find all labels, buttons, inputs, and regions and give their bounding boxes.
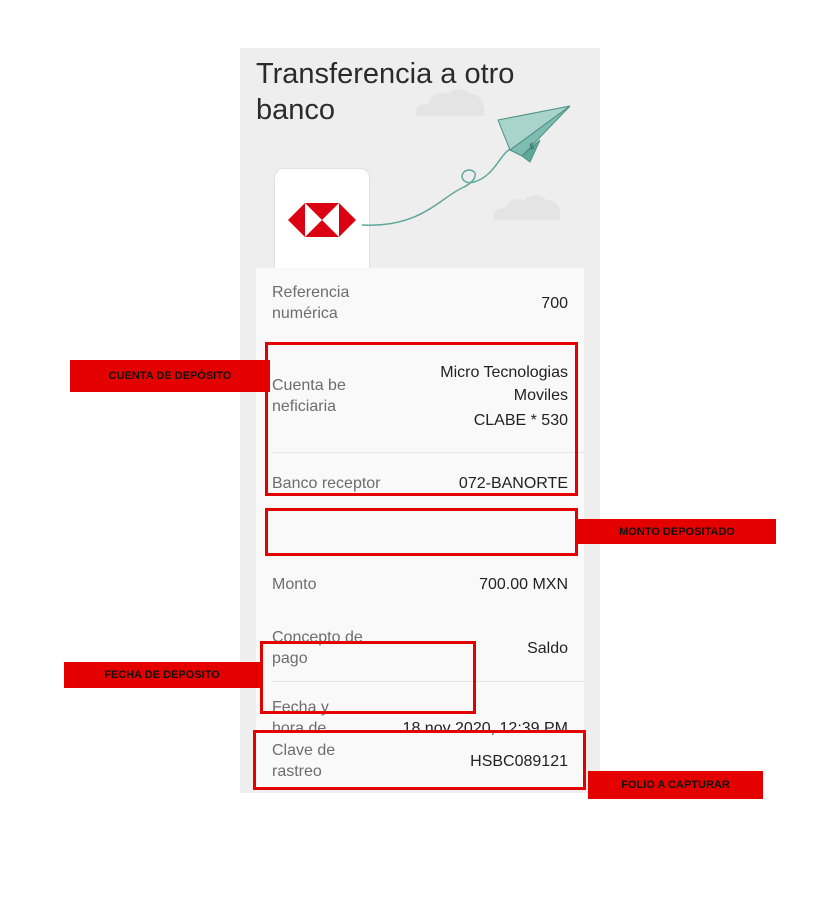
detail-row-referencia: Referencia numérica 700 [256,280,584,326]
annotation-folio-tag: FOLIO A CAPTURAR [588,771,763,799]
detail-label: Monto [272,575,317,593]
paper-plane-icon: $ [361,105,571,226]
detail-value: 700 [541,294,568,312]
highlight-monto-box [265,508,578,556]
detail-value: 700.00 MXN [479,575,568,593]
highlight-fecha-box [260,641,476,714]
highlight-clave-box [253,730,586,790]
annotation-monto-tag: MONTO DEPOSITADO [578,519,776,544]
annotation-cuenta-tag: CUENTA DE DEPÓSITO [70,360,270,392]
detail-row-monto: Monto 700.00 MXN [256,568,584,600]
highlight-cuenta-box [265,342,578,496]
detail-value: Saldo [527,639,568,657]
detail-label: Referencia numérica [272,284,350,322]
svg-text:$: $ [529,142,535,152]
annotation-fecha-tag: FECHA DE DEPOSITO [64,662,260,688]
